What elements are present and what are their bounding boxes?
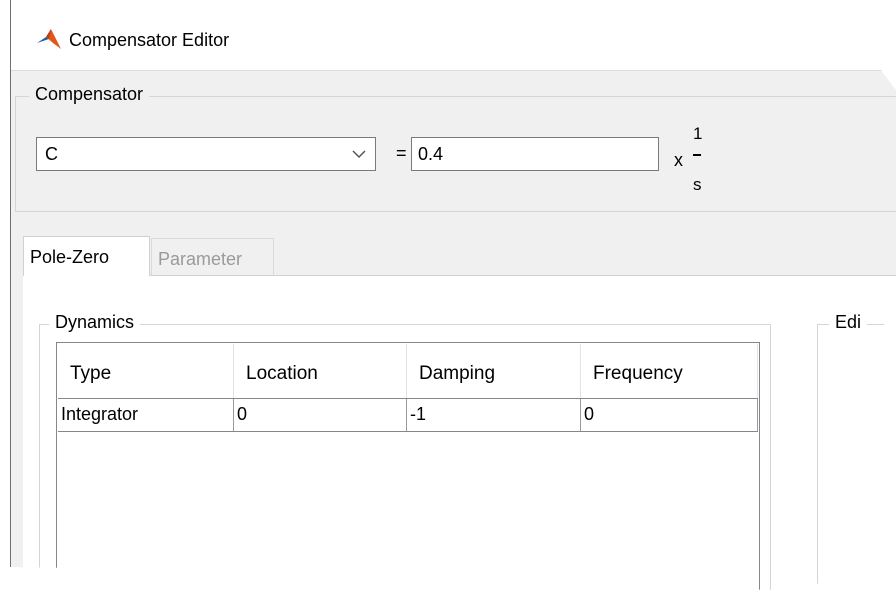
column-header-damping[interactable]: Damping	[407, 344, 581, 398]
dynamics-group-label: Dynamics	[49, 312, 141, 333]
title-bar: Compensator Editor	[11, 0, 896, 71]
window-title: Compensator Editor	[69, 30, 230, 50]
table-header: Type Location Damping Frequency	[58, 344, 758, 398]
fraction-bar	[693, 154, 701, 156]
edit-group	[817, 324, 896, 590]
cell-location[interactable]: 0	[234, 399, 407, 431]
dynamics-table: Type Location Damping Frequency Integrat…	[56, 342, 760, 590]
chevron-down-icon[interactable]	[351, 147, 367, 161]
column-header-frequency[interactable]: Frequency	[581, 344, 758, 398]
gain-value: 0.4	[418, 144, 444, 164]
gain-input[interactable]: 0.4	[411, 137, 659, 171]
equals-sign: =	[396, 143, 407, 163]
column-header-type[interactable]: Type	[58, 344, 234, 398]
cell-damping[interactable]: -1	[407, 399, 581, 431]
edit-group-label: Edi	[829, 312, 868, 333]
tf-numerator: 1	[693, 124, 703, 143]
tab-parameter[interactable]: Parameter	[151, 238, 274, 276]
tab-pole-zero[interactable]: Pole-Zero	[23, 236, 150, 276]
cell-frequency[interactable]: 0	[581, 399, 758, 431]
times-sign: x	[674, 150, 683, 170]
compensator-editor-window: Compensator Editor Compensator C = 0.4 x…	[10, 0, 896, 590]
cell-type[interactable]: Integrator	[58, 399, 234, 431]
compensator-group-label: Compensator	[29, 84, 150, 105]
table-row[interactable]: Integrator 0 -1 0	[58, 398, 758, 432]
matlab-icon	[37, 29, 61, 49]
compensator-select[interactable]: C	[36, 137, 376, 171]
tf-denominator: s	[693, 175, 702, 194]
compensator-select-value: C	[45, 144, 58, 164]
column-header-location[interactable]: Location	[234, 344, 407, 398]
